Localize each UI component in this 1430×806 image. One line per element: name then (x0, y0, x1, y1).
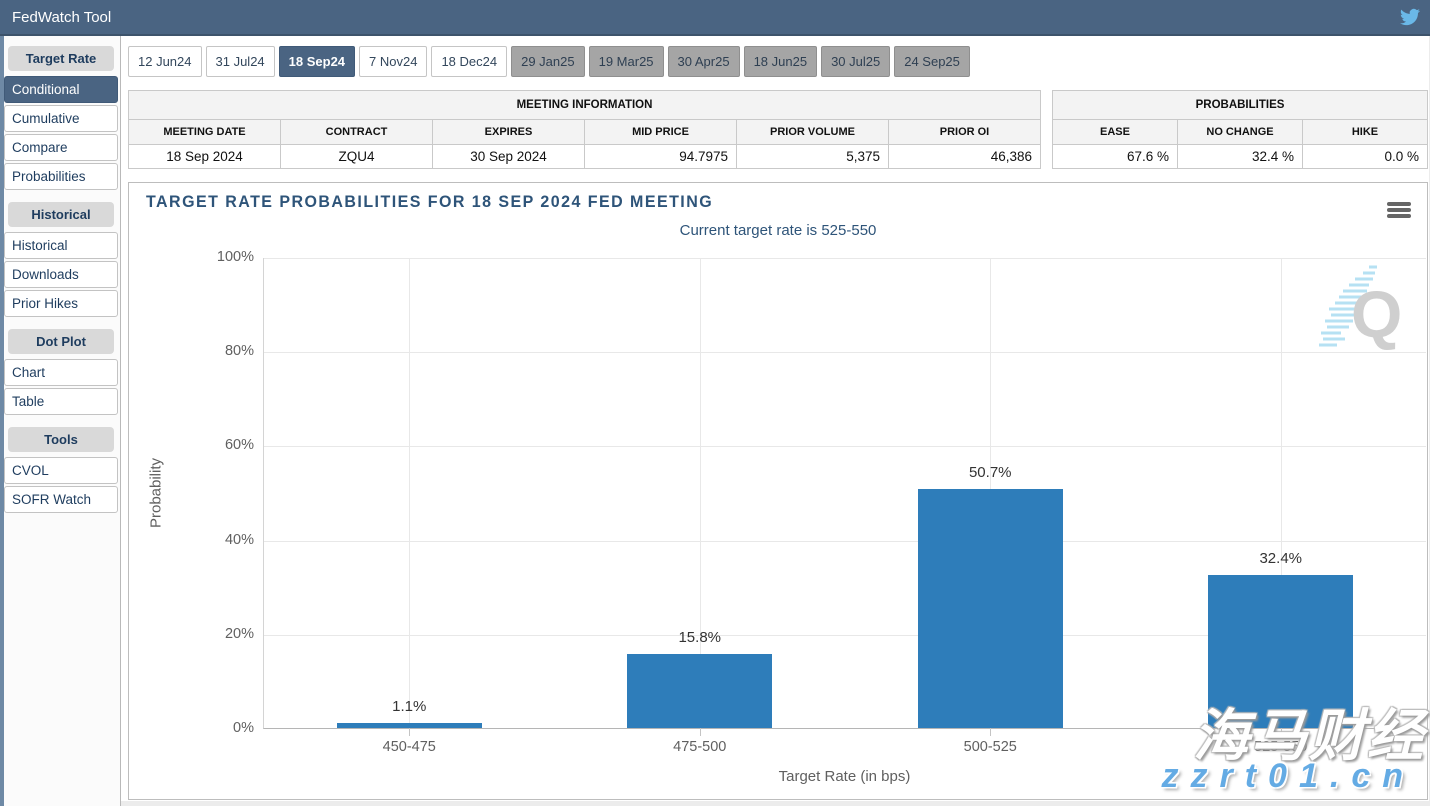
x-gridline (409, 258, 410, 728)
bar-data-label: 15.8% (555, 629, 846, 646)
meeting-column-mid-price: MID PRICE (585, 120, 737, 145)
meeting-column-expires: EXPIRES (433, 120, 585, 145)
app-title: FedWatch Tool (12, 9, 111, 26)
x-tick-mark (990, 728, 991, 736)
sidebar-section-header-dot-plot: Dot Plot (8, 329, 114, 354)
y-tick-label: 60% (194, 437, 254, 453)
tab-30-jul25[interactable]: 30 Jul25 (821, 46, 890, 77)
sidebar-item-cumulative[interactable]: Cumulative (4, 105, 118, 132)
tab-19-mar25[interactable]: 19 Mar25 (589, 46, 664, 77)
sidebar-item-probabilities[interactable]: Probabilities (4, 163, 118, 190)
tab-12-jun24[interactable]: 12 Jun24 (128, 46, 202, 77)
category-column-475-500: 15.8%475-500 (555, 258, 846, 728)
tab-24-sep25[interactable]: 24 Sep25 (894, 46, 970, 77)
meeting-value-mid-price: 94.7975 (585, 145, 737, 169)
sidebar-item-compare[interactable]: Compare (4, 134, 118, 161)
meeting-column-contract: CONTRACT (281, 120, 433, 145)
chart-panel: TARGET RATE PROBABILITIES FOR 18 SEP 202… (128, 182, 1428, 800)
meeting-table-title: MEETING INFORMATION (129, 91, 1041, 120)
bar-475-500[interactable] (627, 654, 772, 728)
sidebar-section-header-historical: Historical (8, 202, 114, 227)
tab-18-sep24[interactable]: 18 Sep24 (279, 46, 355, 77)
main-area: 12 Jun2431 Jul2418 Sep247 Nov2418 Dec242… (121, 36, 1429, 801)
sidebar-item-conditional[interactable]: Conditional (4, 76, 118, 103)
y-tick-label: 80% (194, 343, 254, 359)
x-tick-mark (700, 728, 701, 736)
tab-30-apr25[interactable]: 30 Apr25 (668, 46, 740, 77)
sidebar-item-chart[interactable]: Chart (4, 359, 118, 386)
sidebar-item-downloads[interactable]: Downloads (4, 261, 118, 288)
bar-500-525[interactable] (918, 489, 1063, 728)
sidebar: Target RateConditionalCumulativeCompareP… (4, 36, 121, 806)
sidebar-item-prior-hikes[interactable]: Prior Hikes (4, 290, 118, 317)
meeting-column-meeting-date: MEETING DATE (129, 120, 281, 145)
probabilities-column-no-change: NO CHANGE (1178, 120, 1303, 145)
app-header: FedWatch Tool (0, 0, 1430, 36)
quikstrike-logo-watermark: Q (1315, 261, 1401, 366)
twitter-icon[interactable] (1400, 7, 1420, 27)
meeting-information-table: MEETING INFORMATIONMEETING DATECONTRACTE… (128, 90, 1041, 169)
chart-title: TARGET RATE PROBABILITIES FOR 18 SEP 202… (146, 193, 713, 212)
meeting-value-contract: ZQU4 (281, 145, 433, 169)
probabilities-value-no-change: 32.4 % (1178, 145, 1303, 169)
category-column-450-475: 1.1%450-475 (264, 258, 555, 728)
chart-subtitle: Current target rate is 525-550 (129, 222, 1427, 239)
x-tick-mark (409, 728, 410, 736)
sidebar-item-historical[interactable]: Historical (4, 232, 118, 259)
y-tick-label: 20% (194, 626, 254, 642)
meeting-value-prior-volume: 5,375 (737, 145, 889, 169)
watermark-url-text: zzrt01.cn (1162, 757, 1416, 796)
tab-18-jun25[interactable]: 18 Jun25 (744, 46, 818, 77)
x-category-label: 500-525 (845, 739, 1136, 755)
y-axis-title: Probability (148, 458, 165, 528)
bar-data-label: 50.7% (845, 464, 1136, 481)
y-tick-label: 0% (194, 720, 254, 736)
sidebar-item-sofr-watch[interactable]: SOFR Watch (4, 486, 118, 513)
tab-31-jul24[interactable]: 31 Jul24 (206, 46, 275, 77)
sidebar-section-header-target-rate: Target Rate (8, 46, 114, 71)
meeting-column-prior-volume: PRIOR VOLUME (737, 120, 889, 145)
meeting-date-tabs: 12 Jun2431 Jul2418 Sep247 Nov2418 Dec242… (128, 46, 974, 78)
svg-text:Q: Q (1351, 277, 1401, 351)
bar-data-label: 32.4% (1136, 550, 1427, 567)
sidebar-section-header-tools: Tools (8, 427, 114, 452)
plot-area: 0%20%40%60%80%100%1.1%450-47515.8%475-50… (263, 258, 1426, 729)
x-category-label: 475-500 (555, 739, 846, 755)
meeting-column-prior-oi: PRIOR OI (889, 120, 1041, 145)
bar-data-label: 1.1% (264, 698, 555, 715)
probabilities-value-ease: 67.6 % (1053, 145, 1178, 169)
category-column-500-525: 50.7%500-525 (845, 258, 1136, 728)
sidebar-item-table[interactable]: Table (4, 388, 118, 415)
sidebar-item-cvol[interactable]: CVOL (4, 457, 118, 484)
y-tick-label: 100% (194, 249, 254, 265)
meeting-value-meeting-date: 18 Sep 2024 (129, 145, 281, 169)
tab-29-jan25[interactable]: 29 Jan25 (511, 46, 585, 77)
tab-18-dec24[interactable]: 18 Dec24 (431, 46, 507, 77)
probabilities-column-hike: HIKE (1303, 120, 1428, 145)
probabilities-table-title: PROBABILITIES (1053, 91, 1428, 120)
meeting-value-expires: 30 Sep 2024 (433, 145, 585, 169)
probabilities-value-hike: 0.0 % (1303, 145, 1428, 169)
chart-context-menu-icon[interactable] (1387, 202, 1411, 220)
probabilities-table: PROBABILITIESEASENO CHANGEHIKE 67.6 %32.4… (1052, 90, 1428, 169)
probabilities-column-ease: EASE (1053, 120, 1178, 145)
y-tick-label: 40% (194, 532, 254, 548)
tab-7-nov24[interactable]: 7 Nov24 (359, 46, 427, 77)
meeting-value-prior-oi: 46,386 (889, 145, 1041, 169)
x-category-label: 450-475 (264, 739, 555, 755)
